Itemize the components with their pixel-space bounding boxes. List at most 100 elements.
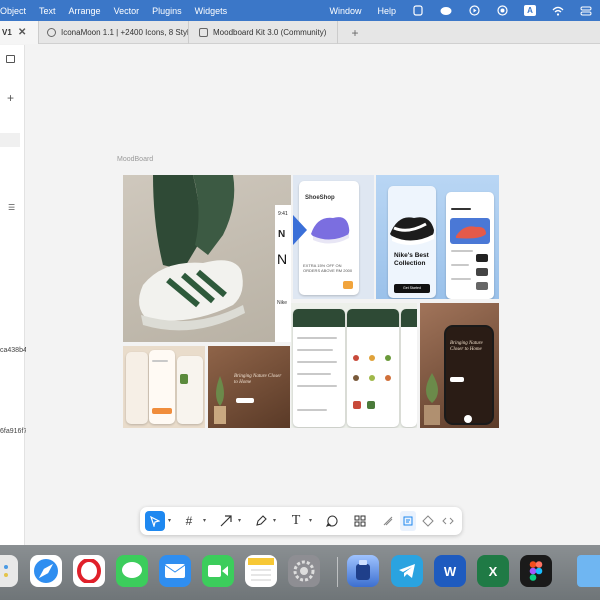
pen-tool-chevron-icon[interactable]: ▾ xyxy=(273,517,276,524)
nike-get-started-button: Get Started xyxy=(394,284,430,293)
tab-moodboard-kit[interactable]: Moodboard Kit 3.0 (Community) xyxy=(188,21,338,44)
phone-mockup xyxy=(347,309,399,427)
menu-text[interactable]: Text xyxy=(39,6,56,16)
text-tool-button[interactable]: T xyxy=(288,511,304,531)
wifi-icon[interactable] xyxy=(552,5,564,17)
move-tool-chevron-icon[interactable]: ▾ xyxy=(168,517,171,524)
moodboard-card-plant-app[interactable] xyxy=(123,346,205,428)
dock-excel-icon[interactable]: X xyxy=(477,555,509,587)
prototype-mode-button[interactable] xyxy=(420,511,436,531)
dock-word-icon[interactable]: W xyxy=(434,555,466,587)
menu-plugins[interactable]: Plugins xyxy=(152,6,182,16)
frame-label[interactable]: MoodBoard xyxy=(117,156,153,163)
dock-messages-icon[interactable] xyxy=(116,555,148,587)
partial-phone-screen: 9:41 N N Nike xyxy=(275,205,291,342)
partial-time-label: 9:41 xyxy=(278,211,288,217)
screen-record-icon[interactable] xyxy=(496,5,508,17)
pen-tool-button[interactable] xyxy=(253,511,269,531)
dock-mail-icon[interactable] xyxy=(159,555,191,587)
tab-iconamoon[interactable]: IconaMoon 1.1 | +2400 Icons, 8 Style xyxy=(38,21,188,44)
comment-icon xyxy=(326,515,338,527)
draw-mode-button[interactable] xyxy=(380,511,396,531)
phone-mockup xyxy=(126,352,148,424)
sneaker-photo-illustration xyxy=(139,175,291,342)
menu-widgets[interactable]: Widgets xyxy=(195,6,228,16)
figma-status-icon[interactable] xyxy=(412,5,424,17)
dock-separator xyxy=(337,557,338,587)
resources-tool-button[interactable] xyxy=(352,511,368,531)
layer-hash-2[interactable]: 6fa916f7 xyxy=(0,428,27,435)
input-source-icon[interactable]: A xyxy=(524,5,536,17)
arrow-icon xyxy=(220,515,232,527)
dock: W X xyxy=(0,545,600,600)
phone-mockup xyxy=(149,350,175,424)
phone-mockup: ShoeShop EXTRA 15% OFF ON ORDERS ABOVE R… xyxy=(299,181,359,295)
play-icon[interactable] xyxy=(468,5,480,17)
blue-shoe-illustration xyxy=(450,218,490,244)
nature-button xyxy=(236,398,254,403)
purple-shoe-illustration xyxy=(311,217,350,244)
text-tool-chevron-icon[interactable]: ▾ xyxy=(309,517,312,524)
phone-mockup xyxy=(293,309,345,427)
partial-n-large: N xyxy=(277,251,288,267)
menu-arrange[interactable]: Arrange xyxy=(69,6,101,16)
tab-label: V1 xyxy=(2,28,12,37)
menu-window[interactable]: Window xyxy=(329,6,361,16)
bottom-toolbar: ▾ # ▾ ▾ ▾ T ▾ xyxy=(140,507,462,535)
move-tool-button[interactable] xyxy=(145,511,165,531)
cursor-icon xyxy=(150,515,160,527)
dock-telegram-icon[interactable] xyxy=(391,555,423,587)
tab-current-file[interactable]: V1 ✕ xyxy=(0,21,38,44)
nike-headline: Nike's Best Collection xyxy=(394,252,429,267)
moodboard-card-nike-app[interactable]: Nike's Best Collection Get Started xyxy=(376,175,499,299)
list-icon[interactable]: ☰ xyxy=(8,203,15,212)
plant-illustration xyxy=(424,373,440,425)
shoeshop-cta xyxy=(343,281,353,289)
dock-app-icon[interactable] xyxy=(347,555,379,587)
phone-headline: Bringing Nature Closer to Home xyxy=(450,341,483,352)
moodboard-card-nature-app[interactable]: Bringing Nature Closer to Home xyxy=(208,346,290,428)
moodboard-card-grocery-app[interactable] xyxy=(291,303,417,428)
shape-arrow-tool-button[interactable] xyxy=(218,511,234,531)
dock-figma-icon[interactable] xyxy=(520,555,552,587)
design-mode-button[interactable] xyxy=(400,511,416,531)
nature-headline: Bringing Nature Closer to Home xyxy=(234,374,282,385)
dock-opera-icon[interactable] xyxy=(73,555,105,587)
dock-folder-icon[interactable] xyxy=(577,555,600,587)
layer-hash-1[interactable]: ca438b4 xyxy=(0,347,27,354)
moodboard-card-shoe-photo[interactable]: 9:41 N N Nike xyxy=(123,175,291,342)
close-icon[interactable]: ✕ xyxy=(18,27,26,38)
moodboard-card-shoeshop-app[interactable]: ShoeShop EXTRA 15% OFF ON ORDERS ABOVE R… xyxy=(293,175,374,299)
menu-help[interactable]: Help xyxy=(377,6,396,16)
shoeshop-tagline: EXTRA 15% OFF ON ORDERS ABOVE RM 2000 xyxy=(303,263,353,273)
dock-safari-icon[interactable] xyxy=(30,555,62,587)
diamond-icon xyxy=(422,515,434,527)
pen-icon xyxy=(256,515,267,526)
phone-mockup-partial xyxy=(401,309,417,427)
menubar: Object Text Arrange Vector Plugins Widge… xyxy=(0,0,600,21)
panel-toggle-icon[interactable] xyxy=(6,55,15,63)
dock-system-settings-icon[interactable] xyxy=(288,555,320,587)
control-center-icon[interactable] xyxy=(580,5,592,17)
page-row-selected[interactable] xyxy=(0,133,20,147)
phone-mockup-list xyxy=(446,192,494,299)
community-file-icon xyxy=(47,28,56,37)
phone-mockup xyxy=(177,356,203,424)
dock-notes-icon[interactable] xyxy=(245,555,277,587)
dock-facetime-icon[interactable] xyxy=(202,555,234,587)
comment-tool-button[interactable] xyxy=(324,511,340,531)
moodboard-card-nature-phone[interactable]: Bringing Nature Closer to Home xyxy=(420,303,499,428)
creative-cloud-icon[interactable] xyxy=(440,5,452,17)
new-tab-button[interactable]: + xyxy=(348,21,362,44)
plant-pot-illustration xyxy=(214,376,226,424)
add-page-icon[interactable]: + xyxy=(7,91,14,105)
menu-object[interactable]: Object xyxy=(0,6,26,16)
frame-tool-chevron-icon[interactable]: ▾ xyxy=(203,517,206,524)
partial-n-label: N xyxy=(278,229,286,240)
shape-tool-chevron-icon[interactable]: ▾ xyxy=(238,517,241,524)
frame-tool-button[interactable]: # xyxy=(182,511,196,531)
tab-label: IconaMoon 1.1 | +2400 Icons, 8 Style xyxy=(61,28,188,37)
dock-launchpad-icon[interactable] xyxy=(0,555,18,587)
dev-mode-button[interactable] xyxy=(440,511,456,531)
menu-vector[interactable]: Vector xyxy=(114,6,140,16)
